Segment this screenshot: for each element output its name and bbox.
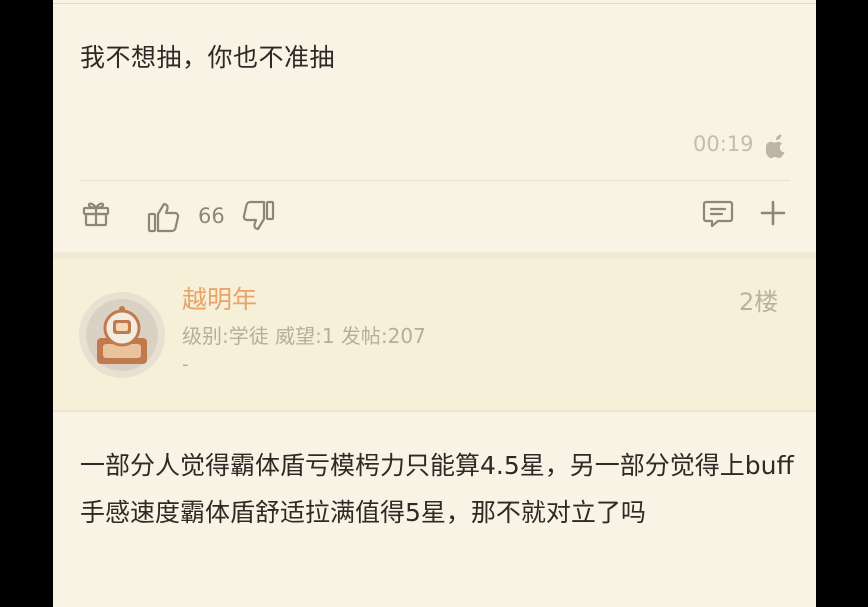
like-count: 66 [198,204,225,228]
username[interactable]: 越明年 [182,280,257,316]
comment-icon[interactable] [702,199,734,229]
user-meta: 级别:学徒 威望:1 发帖:207 [182,324,426,348]
dislike-icon[interactable] [241,199,275,233]
divider [80,180,790,181]
post-floor-2-body: 一部分人觉得霸体盾亏模枵力只能算4.5星，另一部分觉得上buff手感速度霸体盾舒… [53,412,816,607]
user-signature: - [182,354,189,375]
avatar-image [79,292,165,378]
apple-icon [766,134,785,159]
post-floor-1: 我不想抽，你也不准抽 00:19 66 [53,0,816,252]
gift-icon[interactable] [81,198,111,228]
floor-number: 2楼 [739,288,779,316]
like-icon[interactable] [147,200,181,234]
post-floor-2-header: 越明年 2楼 级别:学徒 威望:1 发帖:207 - [53,258,816,410]
plus-icon[interactable] [759,199,787,227]
post-content: 我不想抽，你也不准抽 [80,43,336,72]
forum-thread-screen: 我不想抽，你也不准抽 00:19 66 越明年 2楼 级别:学徒 威望:1 发帖… [53,0,816,607]
post-content: 一部分人觉得霸体盾亏模枵力只能算4.5星，另一部分觉得上buff手感速度霸体盾舒… [80,451,794,527]
divider [53,3,816,4]
avatar[interactable] [79,292,165,378]
post-time: 00:19 [693,132,754,156]
